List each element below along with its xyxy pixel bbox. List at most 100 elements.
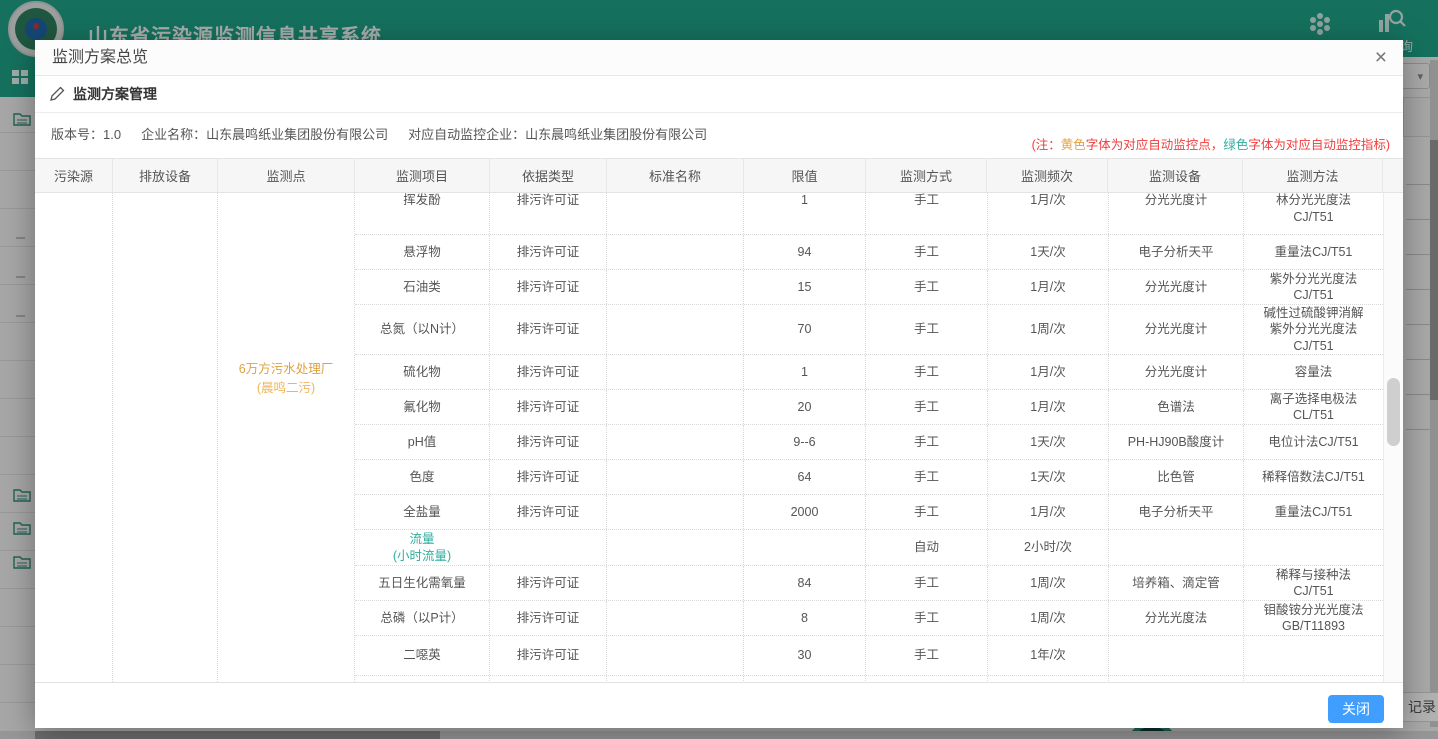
cell-device: PH-HJ90B酸度计: [1109, 425, 1244, 459]
cell-method: [1244, 530, 1383, 565]
cell-freq: 1月/次: [988, 355, 1109, 389]
cell-item: 总氮（以N计）: [355, 305, 490, 354]
cell-limit: [744, 530, 866, 565]
cell-method: 稀释倍数法CJ/T51: [1244, 460, 1383, 494]
cell-freq: 1周/次: [988, 305, 1109, 354]
cell-item: 总磷（以P计）: [355, 601, 490, 635]
cell-method: [1244, 636, 1383, 675]
cell-standard: [607, 636, 744, 675]
cell-device: [1109, 636, 1244, 675]
color-legend-note: (注：黄色字体为对应自动监控点，绿色字体为对应自动监控指标): [1032, 134, 1390, 153]
cell-limit: 8: [744, 601, 866, 635]
cell-standard: [607, 270, 744, 304]
modal-titlebar: 监测方案总览 ×: [35, 40, 1403, 76]
cell-device: 分光光度计: [1109, 270, 1244, 304]
column-header: 监测设备: [1108, 159, 1243, 192]
cell-item: 流量 (小时流量): [355, 530, 490, 565]
cell-mode: 手工: [866, 425, 988, 459]
monitoring-plan-modal: 监测方案总览 × 监测方案管理 版本号：1.0 企业名称：山东晨鸣纸业集团股份有…: [35, 40, 1403, 728]
table-row: pH值排污许可证9--6手工1天/次PH-HJ90B酸度计电位计法CJ/T51: [355, 425, 1383, 460]
close-button[interactable]: 关闭: [1328, 695, 1384, 723]
column-header: 监测项目: [355, 159, 490, 192]
cell-limit: 94: [744, 235, 866, 269]
table-scrollbar-thumb[interactable]: [1387, 378, 1400, 446]
cell-item: 悬浮物: [355, 235, 490, 269]
cell-item: 色度: [355, 460, 490, 494]
cell-item: 氟化物: [355, 390, 490, 424]
cell-item: 二噁英: [355, 636, 490, 675]
close-icon[interactable]: ×: [1375, 44, 1387, 72]
auto-company-field: 对应自动监控企业：山东晨鸣纸业集团股份有限公司: [408, 124, 707, 143]
modal-footer: 关闭: [35, 682, 1403, 728]
cell-freq: 1天/次: [988, 460, 1109, 494]
company-field: 企业名称：山东晨鸣纸业集团股份有限公司: [141, 124, 388, 143]
modal-title: 监测方案总览: [52, 40, 148, 76]
cell-freq: 1月/次: [988, 390, 1109, 424]
cell-freq: 2小时/次: [988, 530, 1109, 565]
cell-item: 硫化物: [355, 355, 490, 389]
info-row: 版本号：1.0 企业名称：山东晨鸣纸业集团股份有限公司 对应自动监控企业：山东晨…: [35, 113, 1403, 158]
cell-discharge-device: [113, 193, 218, 682]
table-row: 流量 (小时流量)自动2小时/次: [355, 530, 1383, 566]
cell-freq: 1天/次: [988, 425, 1109, 459]
cell-method: 紫外分光光度法 CJ/T51: [1244, 270, 1383, 304]
monitor-point-name: 6万方污水处理厂: [239, 360, 333, 379]
table-row: 悬浮物排污许可证 94手工1天/次电子分析天平重量法CJ/T51: [355, 235, 1383, 270]
cell-limit: 2000: [744, 495, 866, 529]
cell-method: 离子选择电极法 CL/T51: [1244, 390, 1383, 424]
column-header: 排放设备: [113, 159, 218, 192]
cell-freq: 1周/次: [988, 566, 1109, 600]
cell-pollution-source: [35, 193, 113, 682]
cell-standard: [607, 601, 744, 635]
column-header: 监测方式: [866, 159, 987, 192]
cell-item: 五日生化需氧量: [355, 566, 490, 600]
cell-mode: 手工: [866, 636, 988, 675]
monitor-point-alias: (晨鸣二污): [239, 379, 333, 398]
cell-method: 碱性过硫酸钾消解 紫外分光光度法 CJ/T51: [1244, 305, 1383, 354]
plan-info: 版本号：1.0 企业名称：山东晨鸣纸业集团股份有限公司 对应自动监控企业：山东晨…: [51, 124, 707, 143]
cell-device: 培养箱、滴定管: [1109, 566, 1244, 600]
cell-limit: 84: [744, 566, 866, 600]
cell-device: 电子分析天平: [1109, 495, 1244, 529]
cell-method: 重量法CJ/T51: [1244, 235, 1383, 269]
cell-device: 分光光度计: [1109, 305, 1244, 354]
cell-mode: 手工: [866, 390, 988, 424]
column-header: 限值: [744, 159, 866, 192]
column-header: 标准名称: [607, 159, 744, 192]
cell-device: 分光光度计: [1109, 355, 1244, 389]
cell-device: 电子分析天平: [1109, 235, 1244, 269]
cell-basis: 排污许可证: [490, 235, 607, 269]
table-row: 石油类排污许可证15手工1月/次分光光度计紫外分光光度法 CJ/T51: [355, 270, 1383, 305]
cell-mode: 手工: [866, 193, 988, 234]
cell-method: 电位计法CJ/T51: [1244, 425, 1383, 459]
table-header-row: 污染源排放设备监测点监测项目依据类型标准名称限值监测方式监测频次监测设备监测方法: [35, 158, 1403, 193]
cell-standard: [607, 235, 744, 269]
cell-item: 挥发酚: [355, 193, 490, 234]
header-filler: [1383, 159, 1403, 192]
cell-method: 容量法: [1244, 355, 1383, 389]
table-row: 硫化物排污许可证1手工1月/次分光光度计容量法: [355, 355, 1383, 390]
cell-basis: 排污许可证: [490, 636, 607, 675]
cell-limit: 70: [744, 305, 866, 354]
cell-basis: 排污许可证: [490, 460, 607, 494]
column-header: 监测方法: [1243, 159, 1383, 192]
table-row: 总氮（以N计）排污许可证70手工1周/次分光光度计碱性过硫酸钾消解 紫外分光光度…: [355, 305, 1383, 355]
cell-device: 比色管: [1109, 460, 1244, 494]
cell-freq: 1月/次: [988, 270, 1109, 304]
cell-mode: 手工: [866, 235, 988, 269]
table-scrollbar[interactable]: [1383, 193, 1403, 682]
cell-mode: 手工: [866, 601, 988, 635]
cell-freq: 1月/次: [988, 495, 1109, 529]
cell-limit: 9--6: [744, 425, 866, 459]
cell-mode: 手工: [866, 270, 988, 304]
cell-method: 钼酸铵分光光度法 GB/T11893: [1244, 601, 1383, 635]
cell-freq: 1周/次: [988, 601, 1109, 635]
column-header: 污染源: [35, 159, 113, 192]
cell-basis: 排污许可证: [490, 355, 607, 389]
pen-icon: [49, 86, 65, 102]
table-row: 全盐量排污许可证2000手工1月/次电子分析天平重量法CJ/T51: [355, 495, 1383, 530]
version-field: 版本号：1.0: [51, 124, 121, 143]
cell-mode: 手工: [866, 355, 988, 389]
cell-basis: 排污许可证: [490, 425, 607, 459]
cell-freq: 1天/次: [988, 235, 1109, 269]
